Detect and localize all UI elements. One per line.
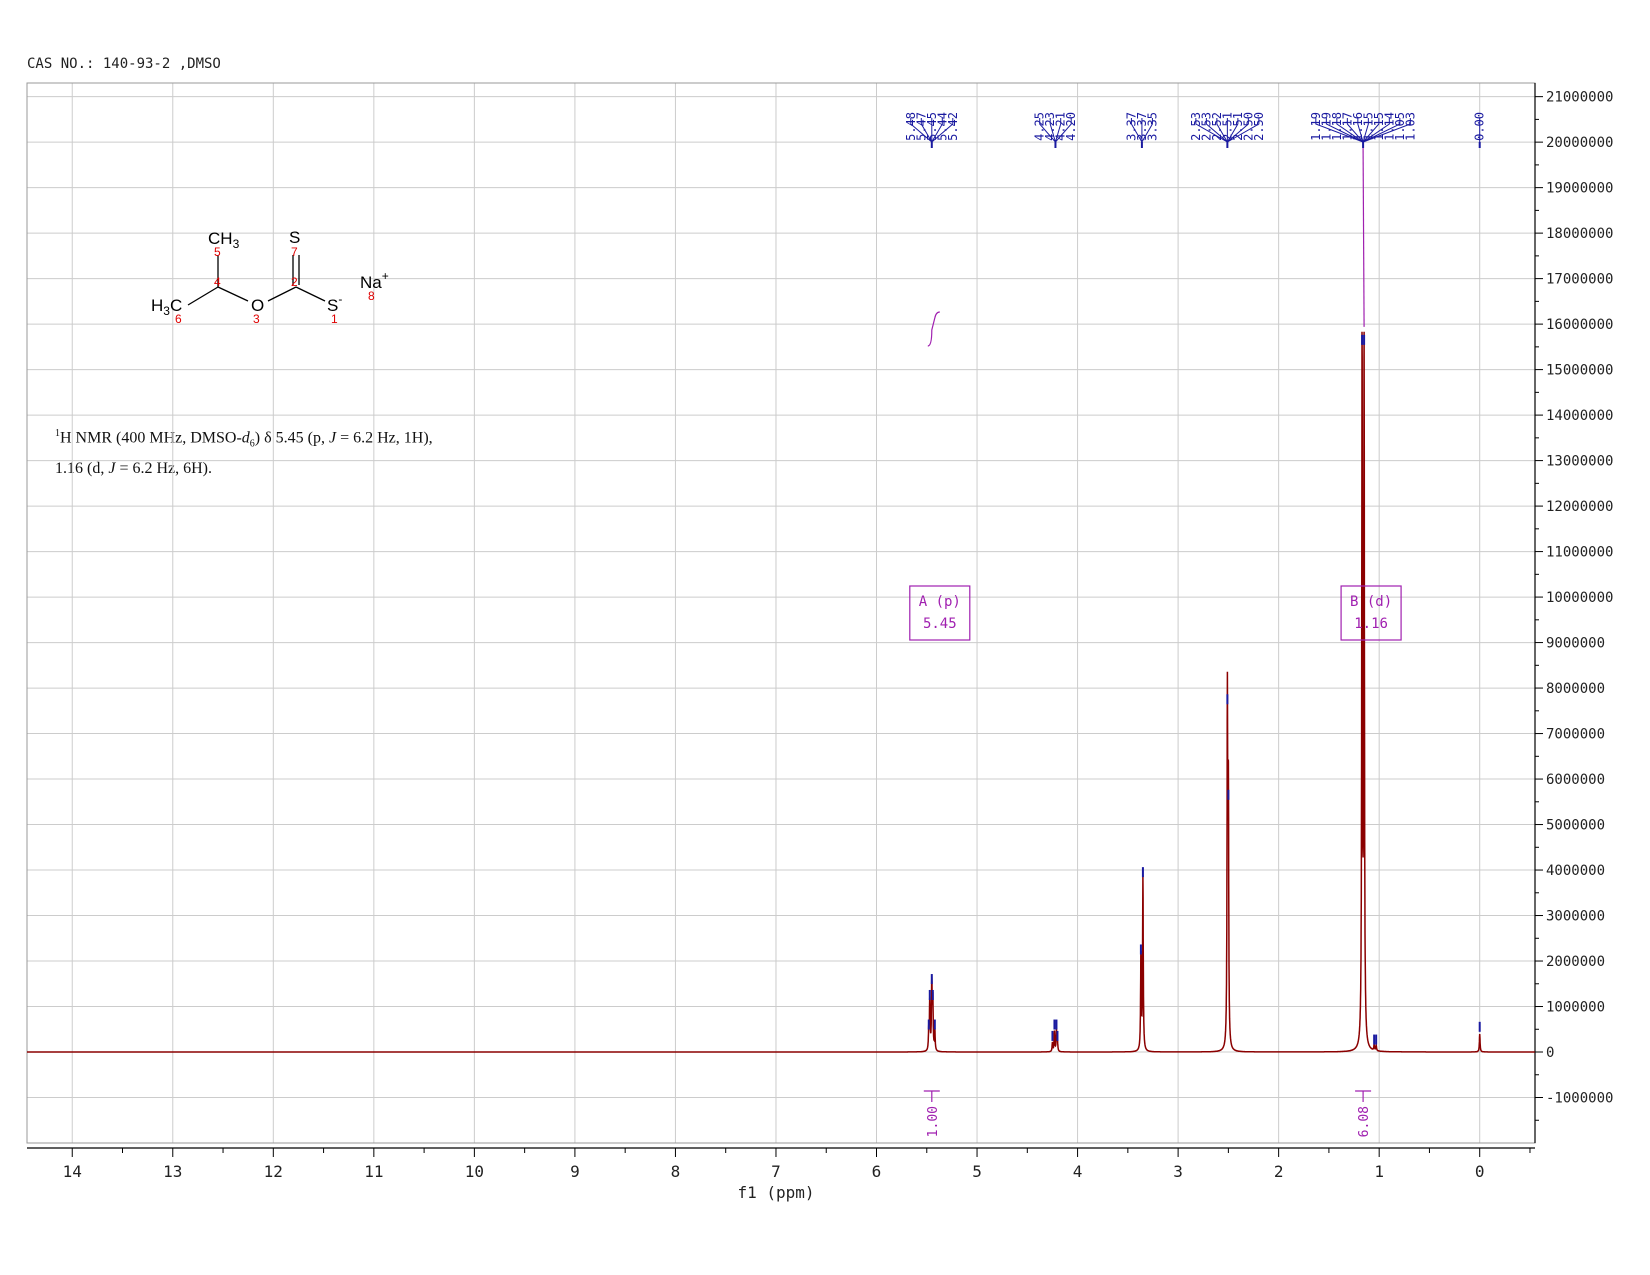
x-tick-label: 14 [63, 1162, 82, 1181]
y-tick-label: 0 [1546, 1045, 1554, 1061]
nmr-spectrum-chart: 2100000020000000190000001800000017000000… [26, 82, 1613, 1202]
atom-number-4: 4 [214, 275, 221, 289]
atom-number-7: 7 [291, 245, 298, 259]
x-axis: 14 13 12 11 10 9 8 7 6 5 4 3 2 1 0f1 (ppm) [27, 1147, 1535, 1202]
peak-label: 1.03 [1403, 112, 1417, 141]
y-tick-label: 13000000 [1546, 454, 1613, 470]
multiplet-name: A (p) [919, 594, 961, 610]
peak-label: 3.35 [1145, 112, 1159, 141]
x-tick-label: 4 [1073, 1162, 1083, 1181]
y-tick-label: 10000000 [1546, 590, 1613, 606]
x-tick-label: 13 [163, 1162, 182, 1181]
bond [187, 286, 219, 306]
integral-value: 1.00 [926, 1106, 941, 1137]
y-tick-label: 19000000 [1546, 181, 1613, 197]
integral-curve [1362, 147, 1365, 327]
y-tick-label: 20000000 [1546, 135, 1613, 151]
bond [217, 286, 249, 302]
x-tick-label: 9 [570, 1162, 580, 1181]
molecule-structure: CH3 H3C O S S- Na+ 5 4 7 2 6 3 1 8 [151, 228, 389, 326]
y-tick-label: 3000000 [1546, 909, 1605, 925]
grid [27, 83, 1535, 1143]
atom-number-6: 6 [175, 312, 182, 326]
y-tick-label: 11000000 [1546, 545, 1613, 561]
y-tick-label: 15000000 [1546, 363, 1613, 379]
y-tick-label: 16000000 [1546, 317, 1613, 333]
y-tick-label: 1000000 [1546, 1000, 1605, 1016]
y-tick-label: 8000000 [1546, 681, 1605, 697]
atom-number-3: 3 [253, 312, 260, 326]
peak-labels: 5.485.475.455.445.42 4.254.234.214.20 3.37… [904, 112, 1487, 148]
atom-number-8: 8 [368, 289, 375, 303]
y-tick-label: 12000000 [1546, 499, 1613, 515]
spectrum-line [27, 331, 1535, 1053]
y-axis: 2100000020000000190000001800000017000000… [1534, 83, 1613, 1143]
x-tick-label: 12 [264, 1162, 283, 1181]
atom-ch3: CH3 [208, 229, 240, 251]
integral-curve [927, 311, 940, 347]
y-tick-label: 2000000 [1546, 954, 1605, 970]
x-tick-label: 1 [1374, 1162, 1384, 1181]
x-tick-label: 2 [1274, 1162, 1284, 1181]
y-tick-label: 17000000 [1546, 272, 1613, 288]
y-tick-label: 9000000 [1546, 636, 1605, 652]
atom-number-1: 1 [331, 312, 338, 326]
y-tick-label: 7000000 [1546, 727, 1605, 743]
plot-frame [26, 82, 1536, 1144]
y-tick-label: 5000000 [1546, 818, 1605, 834]
y-tick-label: 18000000 [1546, 226, 1613, 242]
atom-number-2: 2 [291, 275, 298, 289]
multiplet-shift: 5.45 [923, 616, 957, 632]
x-tick-label: 0 [1475, 1162, 1485, 1181]
integral-value: 6.08 [1357, 1106, 1372, 1137]
x-tick-label: 3 [1173, 1162, 1183, 1181]
spectrum [27, 331, 1535, 1053]
x-tick-label: 11 [364, 1162, 383, 1181]
x-tick-label: 5 [972, 1162, 982, 1181]
y-tick-label: 14000000 [1546, 408, 1613, 424]
x-tick-label: 7 [771, 1162, 781, 1181]
x-tick-label: 8 [671, 1162, 681, 1181]
multiplet-name: B (d) [1350, 594, 1392, 610]
y-tick-label: 21000000 [1546, 90, 1613, 106]
multiplet-shift: 1.16 [1354, 616, 1388, 632]
plot-border [26, 82, 1536, 1144]
atom-number-5: 5 [214, 245, 221, 259]
atom-numbers: 5 4 7 2 6 3 1 8 [175, 245, 375, 326]
peak-label: 5.42 [946, 112, 960, 141]
y-tick-label: 4000000 [1546, 863, 1605, 879]
x-tick-label: 10 [465, 1162, 484, 1181]
y-tick-label: 6000000 [1546, 772, 1605, 788]
y-tick-label: -1000000 [1546, 1091, 1613, 1107]
bond [267, 286, 297, 302]
bond [295, 286, 326, 302]
x-axis-label: f1 (ppm) [737, 1183, 814, 1202]
peak-label: 4.20 [1064, 112, 1078, 141]
x-tick-label: 6 [872, 1162, 882, 1181]
